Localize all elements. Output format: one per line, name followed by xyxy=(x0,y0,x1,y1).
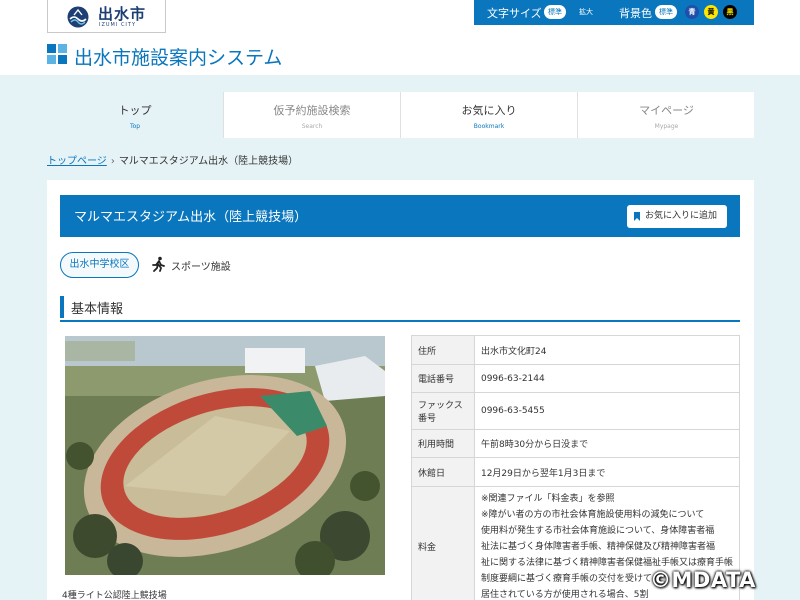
fax-value: 0996-63-5455 xyxy=(473,392,741,430)
phone-label: 電話番号 xyxy=(411,364,475,393)
fax-label: ファックス番号 xyxy=(411,392,475,430)
section-marker xyxy=(60,296,64,318)
closed-value: 12月29日から翌年1月3日まで xyxy=(473,457,741,487)
nav-top[interactable]: トップ Top xyxy=(47,92,224,138)
nav-mypage-label: マイページ xyxy=(639,104,694,117)
table-row: 休館日 12月29日から翌年1月3日まで xyxy=(411,457,741,487)
hours-label: 利用時間 xyxy=(411,429,475,458)
nav-top-sub: Top xyxy=(129,123,141,130)
breadcrumb: トップページ › マルマエスタジアム出水（陸上競技場） xyxy=(47,152,298,167)
facility-header: マルマエスタジアム出水（陸上競技場） お気に入りに追加 xyxy=(60,195,740,237)
logo-subtext: IZUMI CITY xyxy=(99,22,137,28)
logo-text: 出水市 xyxy=(98,5,147,23)
table-row: 住所 出水市文化町24 xyxy=(411,335,741,365)
city-emblem-icon xyxy=(67,6,89,28)
bookmark-icon xyxy=(634,212,640,221)
fee-line: ※障がい者の方の市社会体育施設使用料の減免について xyxy=(480,510,705,520)
system-logo-icon xyxy=(47,44,67,64)
address-value: 出水市文化町24 xyxy=(473,335,741,365)
closed-label: 休館日 xyxy=(411,457,475,487)
table-row: ファックス番号 0996-63-5455 xyxy=(411,392,741,430)
table-row: 電話番号 0996-63-2144 xyxy=(411,364,741,393)
font-large-button[interactable]: 拡大 xyxy=(575,5,597,19)
nav-search-label: 仮予約施設検索 xyxy=(273,104,351,117)
running-person-icon xyxy=(152,256,165,272)
address-label: 住所 xyxy=(411,335,475,365)
font-size-label: 文字サイズ xyxy=(487,7,542,20)
nav-search[interactable]: 仮予約施設検索 Search xyxy=(224,92,401,138)
add-favorite-label: お気に入りに追加 xyxy=(645,211,718,221)
hours-value: 午前8時30分から日没まで xyxy=(473,429,741,458)
fee-line[interactable]: ※関連ファイル「料金表」を参照 xyxy=(481,491,733,507)
nav-search-sub: Search xyxy=(301,123,323,130)
nav-bookmark[interactable]: お気に入り Bookmark xyxy=(401,92,578,138)
bg-yellow-button[interactable]: 黄 xyxy=(704,5,718,19)
facility-photo xyxy=(65,336,385,575)
bg-color-label: 背景色 xyxy=(619,7,652,20)
site-title[interactable]: 出水市施設案内システム xyxy=(74,43,282,70)
nav-top-label: トップ xyxy=(118,104,152,117)
main-nav: トップ Top 仮予約施設検索 Search お気に入り Bookmark マイ… xyxy=(47,92,754,138)
school-district-tag[interactable]: 出水中学校区 xyxy=(60,252,139,278)
breadcrumb-current: マルマエスタジアム出水（陸上競技場） xyxy=(118,156,299,167)
breadcrumb-home-link[interactable]: トップページ xyxy=(47,156,107,167)
fee-line: 使用料が発生する市社会体育施設について、身体障害者福 xyxy=(480,526,715,536)
facility-info-table: 住所 出水市文化町24 電話番号 0996-63-2144 ファックス番号 09… xyxy=(411,335,741,600)
facility-title: マルマエスタジアム出水（陸上競技場） xyxy=(74,210,308,225)
bg-blue-button[interactable]: 青 xyxy=(685,5,699,19)
facility-category: スポーツ施設 xyxy=(171,262,231,273)
bg-black-button[interactable]: 黒 xyxy=(723,5,737,19)
nav-bookmark-label: お気に入り xyxy=(461,104,517,117)
nav-mypage-sub: Mypage xyxy=(654,123,679,130)
city-logo[interactable]: 出水市 IZUMI CITY xyxy=(47,0,166,33)
fee-line: 祉法に基づく身体障害者手帳、精神保健及び精神障害者福 xyxy=(480,542,715,552)
photo-caption: 4種ライト公認陸上競技場 xyxy=(62,591,167,600)
font-standard-button[interactable]: 標準 xyxy=(544,5,566,19)
phone-value[interactable]: 0996-63-2144 xyxy=(473,364,741,393)
add-favorite-button[interactable]: お気に入りに追加 xyxy=(627,205,727,228)
table-row: 利用時間 午前8時30分から日没まで xyxy=(411,429,741,458)
watermark: ©MDATA xyxy=(650,568,756,592)
nav-bookmark-sub: Bookmark xyxy=(473,123,505,130)
fee-label: 料金 xyxy=(411,486,475,600)
breadcrumb-separator: › xyxy=(110,156,115,167)
section-title: 基本情報 xyxy=(71,302,124,317)
section-divider xyxy=(60,320,740,322)
accessibility-toolbar: 文字サイズ 標準 拡大 背景色 標準 青 黄 黒 xyxy=(474,0,754,25)
bg-standard-button[interactable]: 標準 xyxy=(655,5,677,19)
nav-mypage[interactable]: マイページ Mypage xyxy=(578,92,755,138)
